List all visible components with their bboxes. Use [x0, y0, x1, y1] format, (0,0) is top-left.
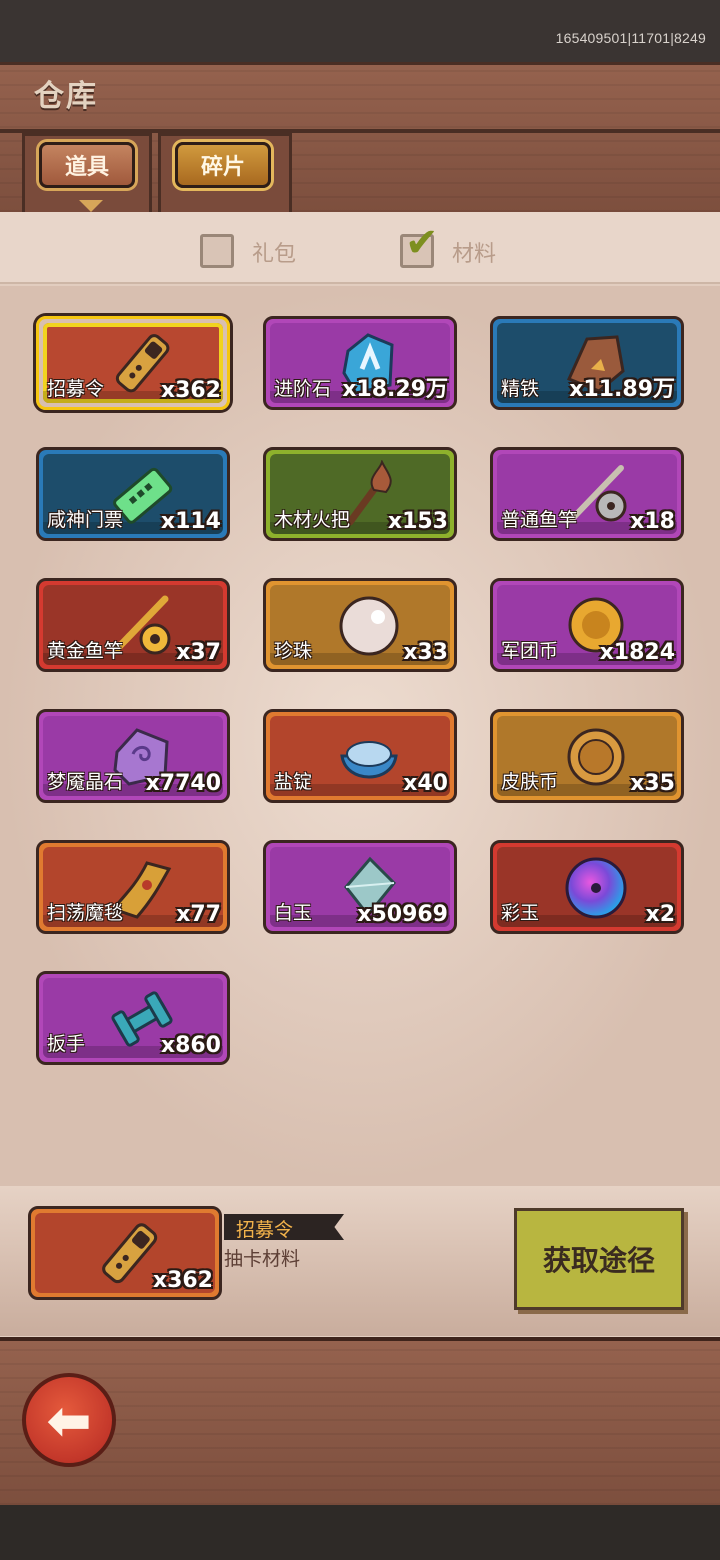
gift-pack-filter-label: 礼包 [252, 242, 297, 267]
gift-pack-checkbox[interactable] [200, 234, 234, 268]
item-grid: 招募令 x362 进阶石 x18.29万 精铁 x11.89万 咸神门票 x11… [0, 286, 720, 1186]
item-qty: x362 [160, 378, 221, 403]
item-card-wrench[interactable]: 扳手 x860 [36, 971, 230, 1065]
back-arrow-icon: ⬅ [46, 1388, 92, 1452]
tab-fragments[interactable]: 碎片 [175, 142, 271, 188]
item-card-white-jade[interactable]: 白玉 x50969 [263, 840, 457, 934]
footer-bar: ⬅ [0, 1337, 720, 1505]
item-qty: x50969 [357, 902, 448, 927]
tab-fragments-label: 碎片 [200, 155, 245, 180]
item-name: 彩玉 [501, 902, 540, 924]
pearl-icon [332, 589, 406, 663]
item-qty: x35 [630, 771, 675, 796]
item-card-skin-coin[interactable]: 皮肤币 x35 [490, 709, 684, 803]
check-icon: ✔ [405, 220, 439, 266]
item-card-legion-coin[interactable]: 军团币 x1824 [490, 578, 684, 672]
item-qty: x153 [387, 509, 448, 534]
filter-bar: 礼包 ✔ 材料 [0, 212, 720, 284]
item-qty: x2 [645, 902, 676, 927]
selected-item-description: 抽卡材料 [224, 1248, 301, 1270]
item-card-golden-rod[interactable]: 黄金鱼竿 x37 [36, 578, 230, 672]
material-filter-label: 材料 [452, 242, 497, 267]
material-checkbox[interactable]: ✔ [400, 223, 439, 268]
warehouse-panel: 礼包 ✔ 材料 招募令 x362 进阶石 x18.29万 精铁 x11.89万 … [0, 212, 720, 1337]
item-card-torch[interactable]: 木材火把 x153 [263, 447, 457, 541]
warehouse-header: 仓库 道具 碎片 [0, 62, 720, 215]
tab-items[interactable]: 道具 [39, 142, 135, 188]
item-qty: x77 [176, 902, 221, 927]
active-tab-pointer [79, 200, 103, 212]
tab-items-label: 道具 [64, 155, 109, 180]
item-qty: x33 [403, 640, 448, 665]
item-name: 扫荡魔毯 [47, 902, 124, 924]
item-name: 黄金鱼竿 [47, 640, 124, 662]
item-qty: x114 [160, 509, 221, 534]
item-card-advance-stone[interactable]: 进阶石 x18.29万 [263, 316, 457, 410]
skin-coin-icon [559, 720, 633, 794]
item-qty: x40 [403, 771, 448, 796]
back-button[interactable]: ⬅ [22, 1373, 116, 1467]
item-card-magic-carpet[interactable]: 扫荡魔毯 x77 [36, 840, 230, 934]
salt-ingot-icon [332, 720, 406, 794]
item-card-salt-ingot[interactable]: 盐锭 x40 [263, 709, 457, 803]
selected-item-card: x362 [28, 1206, 222, 1300]
rainbow-jade-icon [559, 851, 633, 925]
item-name: 皮肤币 [501, 771, 559, 793]
item-name: 招募令 [47, 378, 105, 400]
item-name: 精铁 [501, 378, 540, 400]
item-detail-panel: x362 招募令 抽卡材料 获取途径 [0, 1186, 720, 1336]
item-qty: x18 [630, 509, 675, 534]
selected-item-name-banner: 招募令 [224, 1214, 344, 1240]
page-title: 仓库 [34, 79, 98, 114]
item-qty: x37 [176, 640, 221, 665]
item-name: 木材火把 [274, 509, 351, 531]
item-name: 咸神门票 [47, 509, 124, 531]
item-name: 进阶石 [274, 378, 332, 400]
bottom-strip [0, 1505, 720, 1560]
item-name: 军团币 [501, 640, 559, 662]
item-name: 盐锭 [274, 771, 313, 793]
selected-item-name: 招募令 [236, 1219, 294, 1241]
tab-items-frame: 道具 [22, 133, 152, 215]
item-name: 白玉 [274, 902, 313, 924]
item-card-nightmare-crystal[interactable]: 梦魇晶石 x7740 [36, 709, 230, 803]
tab-fragments-frame: 碎片 [158, 133, 292, 215]
item-qty: x7740 [145, 771, 221, 796]
item-card-rainbow-jade[interactable]: 彩玉 x2 [490, 840, 684, 934]
obtain-source-label: 获取途径 [542, 1244, 655, 1277]
item-name: 珍珠 [274, 640, 313, 662]
item-name: 梦魇晶石 [47, 771, 124, 793]
obtain-source-button[interactable]: 获取途径 [514, 1208, 684, 1310]
build-id: 165409501|11701|8249 [555, 30, 706, 46]
item-card-pearl[interactable]: 珍珠 x33 [263, 578, 457, 672]
item-card-fishing-rod[interactable]: 普通鱼竿 x18 [490, 447, 684, 541]
item-card-ticket[interactable]: 咸神门票 x114 [36, 447, 230, 541]
item-qty: x860 [160, 1033, 221, 1058]
item-card-refined-iron[interactable]: 精铁 x11.89万 [490, 316, 684, 410]
item-qty: x1824 [599, 640, 675, 665]
item-name: 扳手 [47, 1033, 86, 1055]
item-qty: x11.89万 [569, 377, 675, 402]
item-qty: x18.29万 [342, 377, 448, 402]
status-strip: 165409501|11701|8249 [0, 0, 720, 62]
item-name: 普通鱼竿 [501, 509, 578, 531]
item-card-recruit-token[interactable]: 招募令 x362 [36, 316, 230, 410]
selected-item-qty: x362 [152, 1268, 213, 1293]
